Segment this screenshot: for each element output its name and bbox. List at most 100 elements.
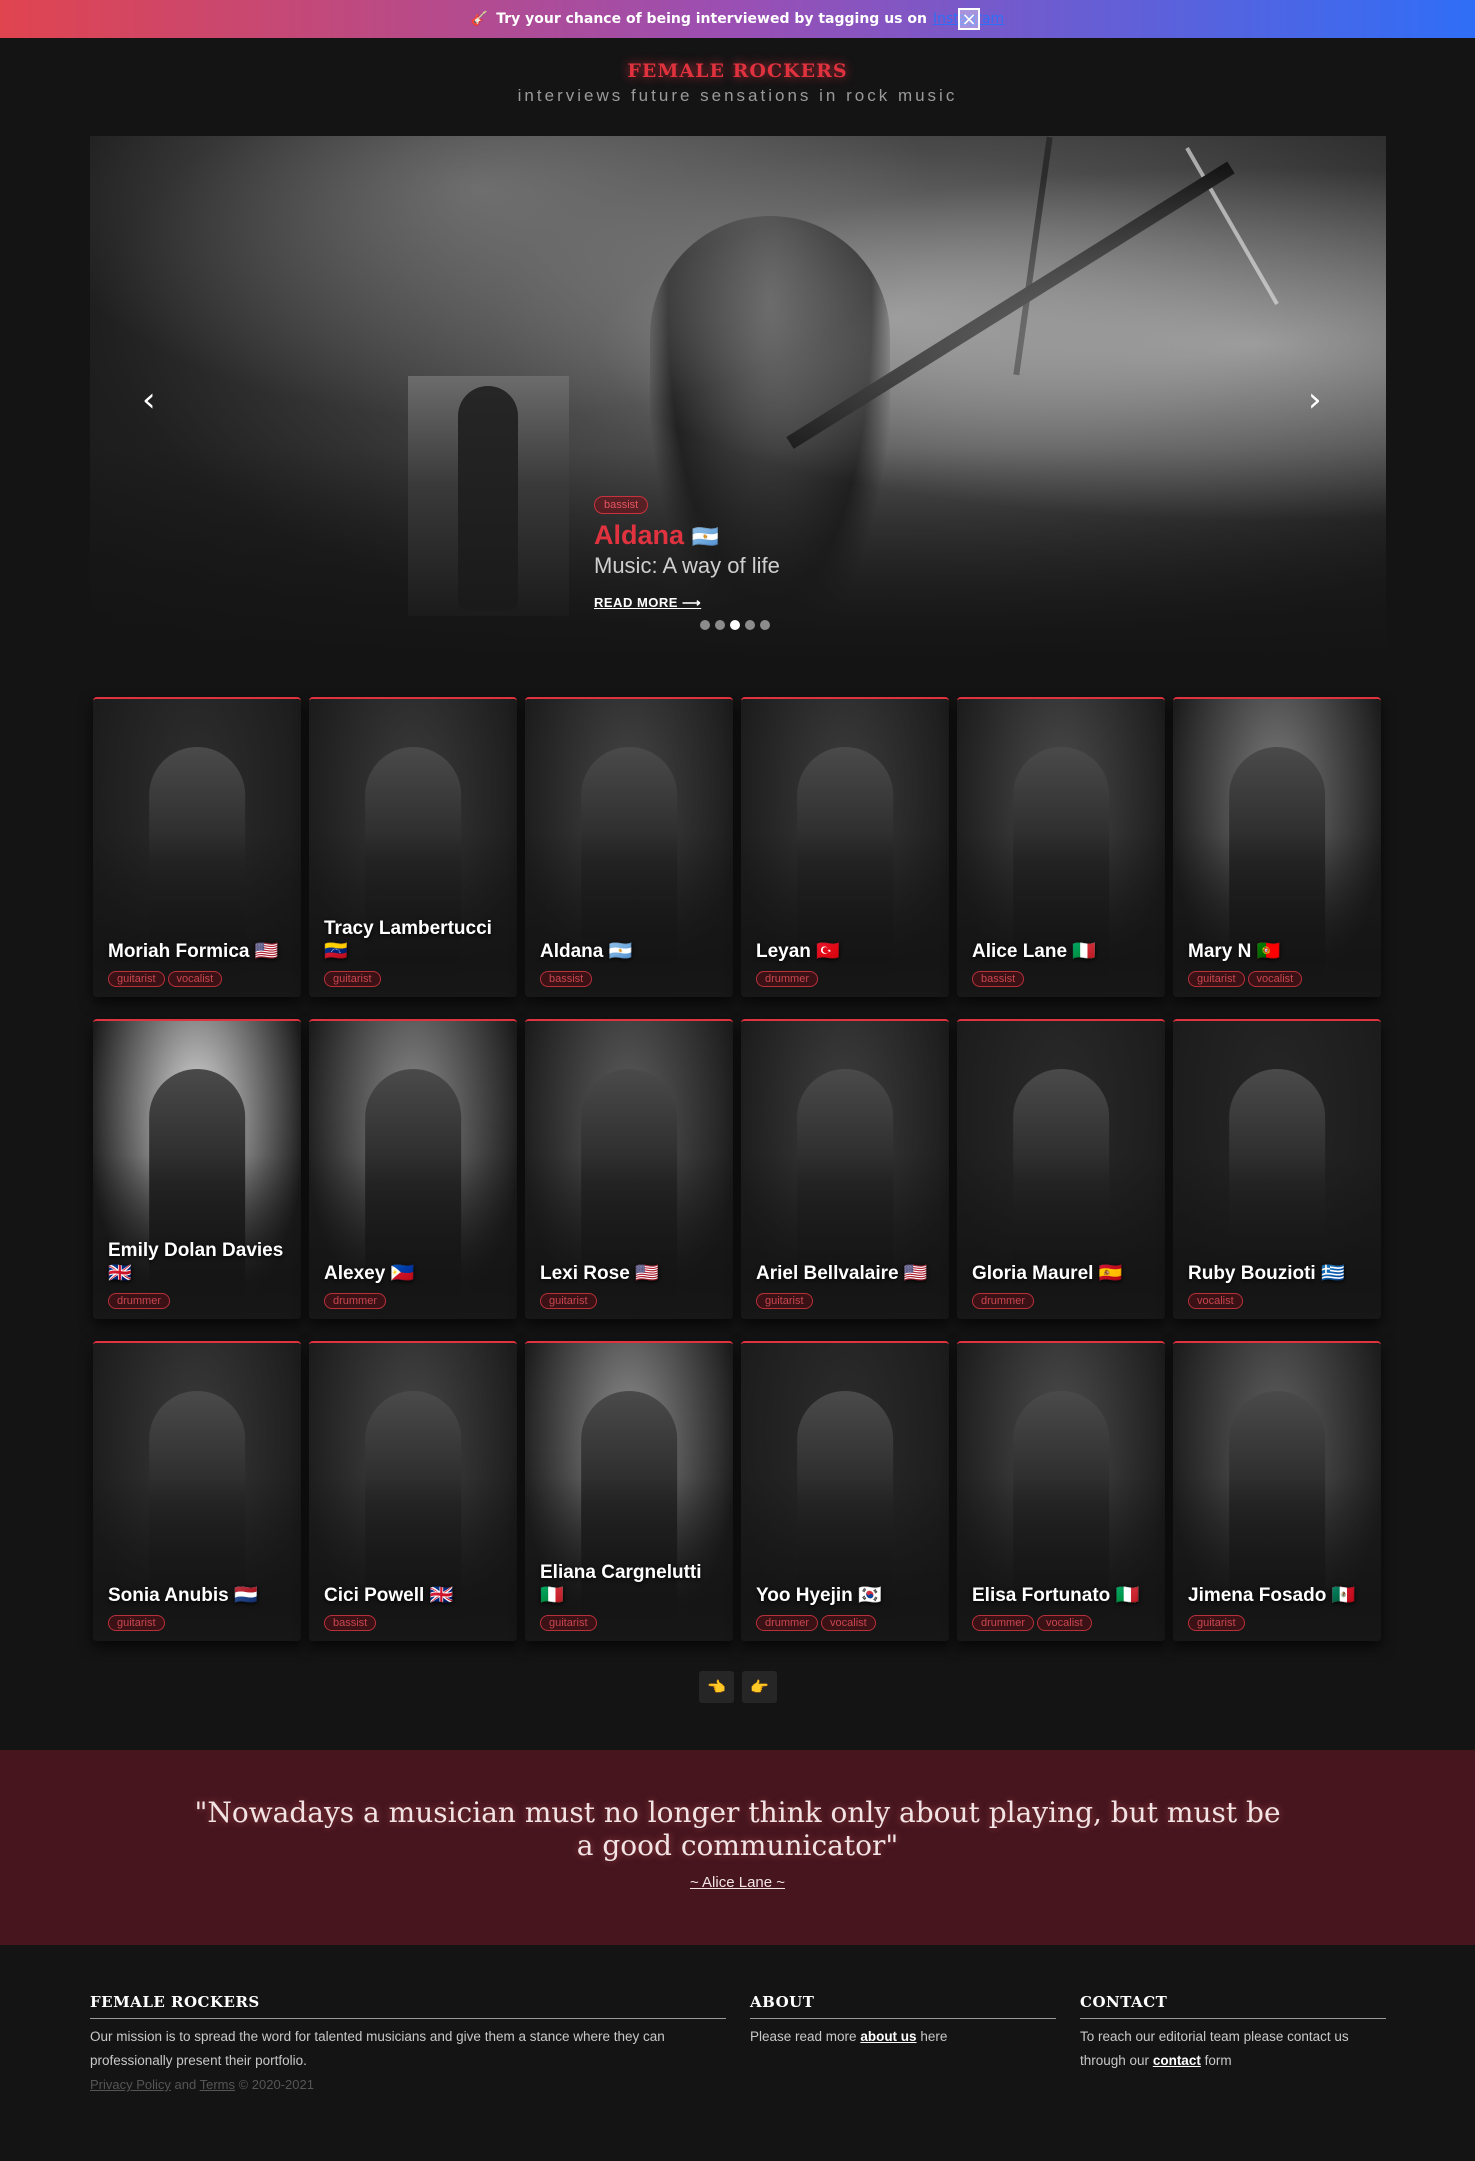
hero-caption: bassist Aldana 🇦🇷 Music: A way of life R…	[594, 493, 780, 611]
musician-info: Eliana Cargnelutti 🇮🇹 guitarist	[540, 1561, 723, 1631]
role-tag[interactable]: guitarist	[324, 971, 381, 987]
musician-info: Moriah Formica 🇺🇸 guitarist vocalist	[108, 940, 291, 987]
legal-and: and	[170, 2077, 200, 2092]
copyright: © 2020-2021	[235, 2077, 314, 2092]
musician-card[interactable]: Leyan 🇹🇷 drummer	[741, 697, 949, 997]
footer-contact: CONTACT To reach our editorial team plea…	[1080, 1993, 1386, 2073]
flag-icon: 🇮🇹	[540, 1585, 564, 1606]
carousel-dot[interactable]	[760, 620, 770, 630]
musician-tags: drummer vocalist	[972, 1615, 1155, 1631]
musician-name: Aldana 🇦🇷	[540, 940, 723, 963]
carousel-dot[interactable]	[730, 620, 740, 630]
musician-name: Alice Lane 🇮🇹	[972, 940, 1155, 963]
role-tag[interactable]: guitarist	[540, 1293, 597, 1309]
role-tag[interactable]: guitarist	[1188, 1615, 1245, 1631]
musician-card[interactable]: Yoo Hyejin 🇰🇷 drummer vocalist	[741, 1341, 949, 1641]
musician-info: Emily Dolan Davies 🇬🇧 drummer	[108, 1239, 291, 1309]
hero-name: Aldana 🇦🇷	[594, 520, 780, 551]
musician-card[interactable]: Alexey 🇵🇭 drummer	[309, 1019, 517, 1319]
musician-card[interactable]: Jimena Fosado 🇲🇽 guitarist	[1173, 1341, 1381, 1641]
musician-info: Ariel Bellvalaire 🇺🇸 guitarist	[756, 1262, 939, 1309]
musician-name-text: Alexey	[324, 1263, 386, 1284]
musician-name: Leyan 🇹🇷	[756, 940, 939, 963]
flag-icon: 🇻🇪	[324, 941, 348, 962]
musician-name-text: Sonia Anubis	[108, 1585, 229, 1606]
hero-thumbnail[interactable]	[408, 376, 569, 616]
role-tag[interactable]: bassist	[324, 1615, 377, 1631]
hero-role-badge: bassist	[594, 496, 649, 514]
musician-name-text: Elisa Fortunato	[972, 1585, 1111, 1606]
musician-card[interactable]: Aldana 🇦🇷 bassist	[525, 697, 733, 997]
carousel-dot[interactable]	[745, 620, 755, 630]
footer-about-text: Please read more about us here	[750, 2025, 1056, 2049]
musician-tags: drummer vocalist	[756, 1615, 939, 1631]
musician-card[interactable]: Alice Lane 🇮🇹 bassist	[957, 697, 1165, 997]
contact-link[interactable]: contact	[1153, 2053, 1201, 2068]
privacy-policy-link[interactable]: Privacy Policy	[90, 2077, 171, 2092]
carousel-dot[interactable]	[715, 620, 725, 630]
musician-card[interactable]: Cici Powell 🇬🇧 bassist	[309, 1341, 517, 1641]
role-tag[interactable]: guitarist	[756, 1293, 813, 1309]
musician-name: Tracy Lambertucci 🇻🇪	[324, 917, 507, 963]
musician-card[interactable]: Sonia Anubis 🇳🇱 guitarist	[93, 1341, 301, 1641]
role-tag[interactable]: drummer	[972, 1615, 1035, 1631]
footer: FEMALE ROCKERS Our mission is to spread …	[0, 1945, 1475, 2161]
hero-subtitle: Music: A way of life	[594, 553, 780, 578]
carousel-dot[interactable]	[700, 620, 710, 630]
chevron-left-icon[interactable]: ‹	[142, 380, 156, 420]
next-page-button[interactable]: 👉	[742, 1671, 777, 1703]
flag-icon: 🇹🇷	[816, 941, 840, 962]
musician-card[interactable]: Tracy Lambertucci 🇻🇪 guitarist	[309, 697, 517, 997]
musician-name: Moriah Formica 🇺🇸	[108, 940, 291, 963]
musician-name-text: Ariel Bellvalaire	[756, 1263, 899, 1284]
flag-icon: 🇺🇸	[903, 1263, 928, 1284]
role-tag[interactable]: vocalist	[1037, 1615, 1092, 1631]
musician-card[interactable]: Ariel Bellvalaire 🇺🇸 guitarist	[741, 1019, 949, 1319]
musician-name: Elisa Fortunato 🇮🇹	[972, 1584, 1155, 1607]
role-tag[interactable]: vocalist	[1188, 1293, 1243, 1309]
footer-about-after: here	[916, 2029, 948, 2044]
musician-card[interactable]: Mary N 🇵🇹 guitarist vocalist	[1173, 697, 1381, 997]
terms-link[interactable]: Terms	[200, 2077, 235, 2092]
musician-tags: drummer	[108, 1293, 291, 1309]
role-tag[interactable]: drummer	[108, 1293, 171, 1309]
musician-info: Mary N 🇵🇹 guitarist vocalist	[1188, 940, 1371, 987]
read-more-link[interactable]: READ MORE ⟶	[594, 595, 701, 611]
role-tag[interactable]: guitarist	[108, 1615, 165, 1631]
musician-name-text: Cici Powell	[324, 1585, 425, 1606]
musician-card[interactable]: Gloria Maurel 🇪🇸 drummer	[957, 1019, 1165, 1319]
role-tag[interactable]: bassist	[540, 971, 593, 987]
musician-name-text: Yoo Hyejin	[756, 1585, 853, 1606]
musician-name: Alexey 🇵🇭	[324, 1262, 507, 1285]
chevron-right-icon[interactable]: ›	[1308, 380, 1322, 420]
musician-card[interactable]: Ruby Bouzioti 🇬🇷 vocalist	[1173, 1019, 1381, 1319]
musician-name-text: Aldana	[540, 941, 604, 962]
musician-card[interactable]: Eliana Cargnelutti 🇮🇹 guitarist	[525, 1341, 733, 1641]
role-tag[interactable]: guitarist	[1188, 971, 1245, 987]
role-tag[interactable]: vocalist	[821, 1615, 876, 1631]
musician-name-text: Ruby Bouzioti	[1188, 1263, 1316, 1284]
site-logo[interactable]: FEMALE ROCKERS	[0, 60, 1475, 82]
role-tag[interactable]: drummer	[972, 1293, 1035, 1309]
musician-card[interactable]: Elisa Fortunato 🇮🇹 drummer vocalist	[957, 1341, 1165, 1641]
musician-card[interactable]: Moriah Formica 🇺🇸 guitarist vocalist	[93, 697, 301, 997]
musician-tags: vocalist	[1188, 1293, 1371, 1309]
about-us-link[interactable]: about us	[860, 2029, 916, 2044]
role-tag[interactable]: guitarist	[540, 1615, 597, 1631]
role-tag[interactable]: drummer	[756, 971, 819, 987]
musician-card[interactable]: Emily Dolan Davies 🇬🇧 drummer	[93, 1019, 301, 1319]
previous-page-button[interactable]: 👈	[699, 1671, 734, 1703]
musician-tags: guitarist	[324, 971, 507, 987]
role-tag[interactable]: drummer	[756, 1615, 819, 1631]
role-tag[interactable]: drummer	[324, 1293, 387, 1309]
flag-icon: 🇬🇷	[1320, 1263, 1345, 1284]
close-icon[interactable]: ×	[958, 8, 980, 30]
musician-tags: drummer	[972, 1293, 1155, 1309]
role-tag[interactable]: bassist	[972, 971, 1025, 987]
quote-author-link[interactable]: ~ Alice Lane ~	[0, 1874, 1475, 1891]
role-tag[interactable]: guitarist	[108, 971, 165, 987]
role-tag[interactable]: vocalist	[167, 971, 223, 987]
musician-card[interactable]: Lexi Rose 🇺🇸 guitarist	[525, 1019, 733, 1319]
flag-icon: 🇬🇧	[108, 1263, 132, 1284]
role-tag[interactable]: vocalist	[1247, 971, 1303, 987]
